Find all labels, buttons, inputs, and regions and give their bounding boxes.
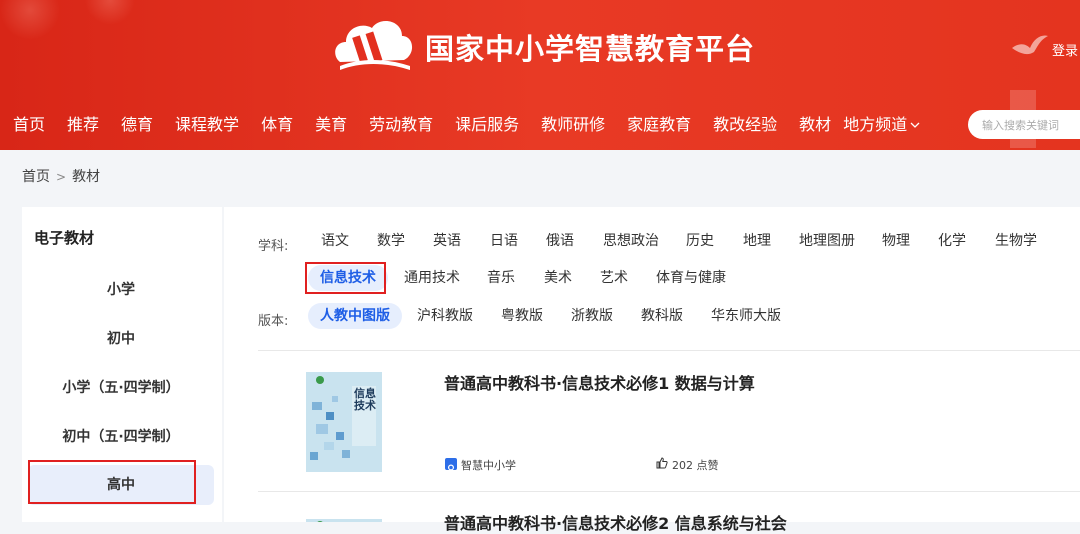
nav-item-sports[interactable]: 体育 bbox=[261, 112, 293, 138]
edition-chip-hukejiao[interactable]: 沪科教版 bbox=[417, 303, 473, 329]
nav-item-family[interactable]: 家庭教育 bbox=[627, 112, 691, 138]
subject-chip-music[interactable]: 音乐 bbox=[487, 265, 515, 291]
subject-chip-biology[interactable]: 生物学 bbox=[995, 228, 1037, 254]
nav-item-teacher-training[interactable]: 教师研修 bbox=[541, 112, 605, 138]
edition-chip-zhejiao[interactable]: 浙教版 bbox=[571, 303, 613, 329]
nav-item-moral[interactable]: 德育 bbox=[121, 112, 153, 138]
nav-item-recommend[interactable]: 推荐 bbox=[67, 112, 99, 138]
highlight-box-senior bbox=[28, 460, 196, 504]
subject-chip-fine-arts[interactable]: 美术 bbox=[544, 265, 572, 291]
subject-chip-geography[interactable]: 地理 bbox=[743, 228, 771, 254]
book-cover[interactable]: 信息技术 bbox=[306, 372, 382, 472]
edition-chip-ecnu[interactable]: 华东师大版 bbox=[711, 303, 781, 329]
subject-chip-english[interactable]: 英语 bbox=[433, 228, 461, 254]
subject-chip-math[interactable]: 数学 bbox=[377, 228, 405, 254]
nav-item-textbooks[interactable]: 教材 bbox=[799, 112, 831, 138]
nav-item-home[interactable]: 首页 bbox=[13, 112, 45, 138]
platform-logo-icon[interactable] bbox=[330, 12, 416, 76]
breadcrumb: 首页 > 教材 bbox=[22, 166, 100, 186]
sidebar-item-primary[interactable]: 小学 bbox=[28, 270, 214, 310]
site-header: 国家中小学智慧教育平台 登录 首页 推荐 德育 课程教学 体育 美育 劳动教育 … bbox=[0, 0, 1080, 150]
camera-icon bbox=[445, 458, 457, 471]
breadcrumb-current: 教材 bbox=[72, 169, 101, 185]
nav-item-labor[interactable]: 劳动教育 bbox=[369, 112, 433, 138]
nav-item-course[interactable]: 课程教学 bbox=[175, 112, 239, 138]
nav-item-local[interactable]: 地方频道 bbox=[843, 112, 921, 138]
search-placeholder: 输入搜索关键词 bbox=[982, 119, 1059, 132]
subject-chip-russian[interactable]: 俄语 bbox=[546, 228, 574, 254]
dove-icon bbox=[1012, 35, 1048, 55]
divider bbox=[258, 491, 1080, 492]
main-panel bbox=[224, 207, 1080, 522]
sidebar: 电子教材 小学 初中 小学（五·四学制） 初中（五·四学制） 高中 bbox=[22, 207, 222, 522]
search-input[interactable]: 输入搜索关键词 bbox=[968, 110, 1080, 139]
book-title[interactable]: 普通高中教科书·信息技术必修2 信息系统与社会 bbox=[444, 510, 787, 534]
sidebar-title: 电子教材 bbox=[34, 229, 95, 247]
chevron-down-icon bbox=[910, 122, 920, 128]
subject-chip-chinese[interactable]: 语文 bbox=[321, 228, 349, 254]
subject-chip-geo-atlas[interactable]: 地理图册 bbox=[799, 228, 855, 254]
edition-chip-yuejiao[interactable]: 粤教版 bbox=[501, 303, 543, 329]
nav-item-local-label: 地方频道 bbox=[843, 115, 908, 134]
edition-chip-jiaoke[interactable]: 教科版 bbox=[641, 303, 683, 329]
site-title: 国家中小学智慧教育平台 bbox=[425, 32, 756, 66]
subject-chip-japanese[interactable]: 日语 bbox=[490, 228, 518, 254]
sidebar-item-junior-54[interactable]: 初中（五·四学制） bbox=[28, 417, 214, 457]
nav-item-arts[interactable]: 美育 bbox=[315, 112, 347, 138]
edition-chip-pep-sinomap[interactable]: 人教中图版 bbox=[308, 303, 402, 329]
breadcrumb-home[interactable]: 首页 bbox=[22, 169, 50, 185]
sidebar-item-primary-54[interactable]: 小学（五·四学制） bbox=[28, 368, 214, 408]
nav-item-reform[interactable]: 教改经验 bbox=[713, 112, 777, 138]
book-title[interactable]: 普通高中教科书·信息技术必修1 数据与计算 bbox=[444, 370, 755, 394]
nav-item-afterschool[interactable]: 课后服务 bbox=[455, 112, 519, 138]
like-count: 202 点赞 bbox=[672, 459, 719, 472]
subject-chip-chemistry[interactable]: 化学 bbox=[938, 228, 966, 254]
book-cover-title: 信息技术 bbox=[354, 387, 376, 412]
divider bbox=[258, 350, 1080, 351]
main-nav: 首页 推荐 德育 课程教学 体育 美育 劳动教育 课后服务 教师研修 家庭教育 … bbox=[0, 112, 921, 138]
subject-chip-politics[interactable]: 思想政治 bbox=[603, 228, 659, 254]
subject-filter-label: 学科: bbox=[258, 239, 289, 254]
subject-chip-art[interactable]: 艺术 bbox=[600, 265, 628, 291]
subject-chip-history[interactable]: 历史 bbox=[686, 228, 714, 254]
header-pattern bbox=[0, 0, 200, 40]
thumbs-up-icon[interactable] bbox=[656, 457, 668, 469]
subject-chip-general-tech[interactable]: 通用技术 bbox=[404, 265, 460, 291]
subject-chip-physics[interactable]: 物理 bbox=[882, 228, 910, 254]
book-source: 智慧中小学 bbox=[461, 459, 516, 472]
highlight-box-it bbox=[305, 262, 386, 294]
breadcrumb-separator: > bbox=[56, 170, 67, 184]
subject-chip-pe-health[interactable]: 体育与健康 bbox=[656, 265, 726, 291]
edition-filter-label: 版本: bbox=[258, 314, 289, 329]
login-link[interactable]: 登录 bbox=[1052, 40, 1078, 59]
sidebar-item-junior[interactable]: 初中 bbox=[28, 319, 214, 359]
book-cover[interactable] bbox=[306, 513, 382, 522]
